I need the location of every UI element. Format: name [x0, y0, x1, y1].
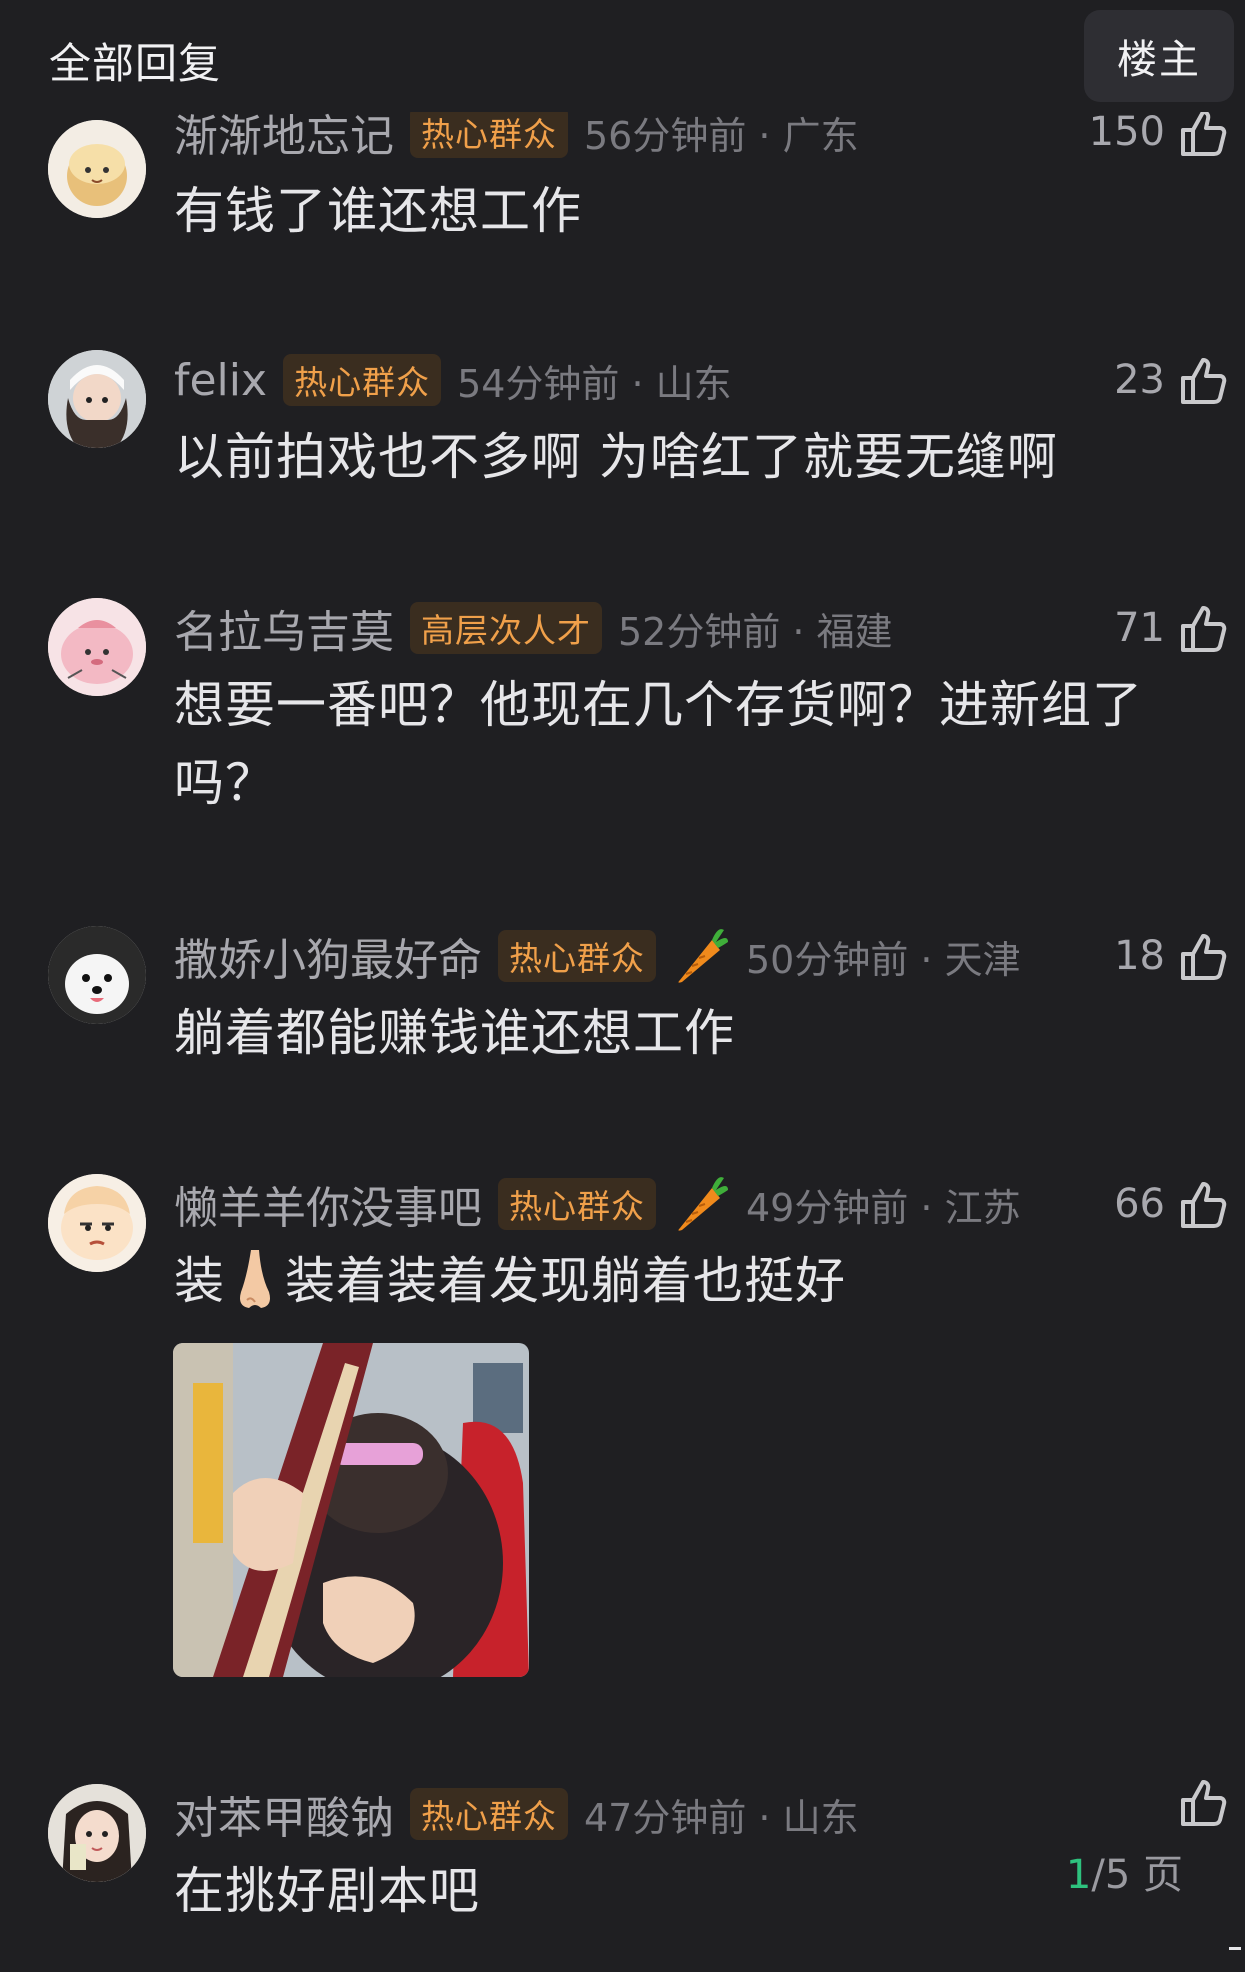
like-button[interactable]	[1175, 1772, 1231, 1832]
carrot-icon	[678, 929, 728, 983]
avatar[interactable]	[48, 598, 146, 696]
like-button[interactable]: 18	[1114, 926, 1231, 986]
user-badge: 热心群众	[410, 106, 568, 158]
comment-content: 有钱了谁还想工作	[174, 182, 582, 240]
time-location: 54分钟前 · 山东	[457, 361, 732, 406]
time-location: 50分钟前 · 天津	[746, 937, 1021, 982]
like-button[interactable]: 71	[1114, 598, 1231, 658]
time-location: 47分钟前 · 山东	[584, 1795, 859, 1840]
thumbs-up-icon	[1181, 1182, 1227, 1228]
page-indicator[interactable]: 1/5 页	[1066, 1842, 1183, 1900]
like-count: 150	[1088, 109, 1165, 155]
user-badge: 热心群众	[498, 1178, 656, 1230]
like-count: 18	[1114, 933, 1165, 979]
username[interactable]: felix	[174, 355, 267, 406]
like-button[interactable]: 23	[1114, 350, 1231, 410]
username[interactable]: 懒羊羊你没事吧	[174, 1172, 482, 1236]
thumbs-up-icon	[1181, 1780, 1227, 1826]
avatar[interactable]	[48, 120, 146, 218]
op-filter-button[interactable]: 楼主	[1084, 10, 1234, 102]
page-total: /5 页	[1091, 1852, 1183, 1898]
carrot-icon	[678, 1177, 728, 1231]
time-location: 49分钟前 · 江苏	[746, 1185, 1021, 1230]
comment-thread-page: 渐渐地忘记 热心群众 56分钟前 · 广东 150 有钱了谁还想工作 felix…	[0, 0, 1245, 1972]
comment-text-post: 装着装着发现躺着也挺好	[285, 1252, 846, 1310]
comment-image[interactable]	[173, 1343, 529, 1677]
time-location: 52分钟前 · 福建	[618, 609, 893, 654]
page-title: 全部回复	[49, 39, 222, 88]
avatar[interactable]	[48, 1174, 146, 1272]
comment-content: 躺着都能赚钱谁还想工作	[174, 1004, 735, 1062]
username[interactable]: 名拉乌吉莫	[174, 596, 394, 660]
time-location: 56分钟前 · 广东	[584, 113, 859, 158]
user-badge: 热心群众	[283, 354, 442, 406]
thumbs-up-icon	[1181, 606, 1227, 652]
username[interactable]: 撒娇小狗最好命	[174, 924, 482, 988]
username[interactable]: 对苯甲酸钠	[174, 1782, 394, 1846]
thumbs-up-icon	[1181, 110, 1227, 156]
thumbs-up-icon	[1181, 934, 1227, 980]
like-count: 66	[1114, 1181, 1165, 1227]
page-current: 1	[1065, 1852, 1092, 1898]
comment-content: 以前拍戏也不多啊 为啥红了就要无缝啊	[174, 428, 1058, 486]
user-badge: 热心群众	[410, 1788, 568, 1840]
nose-emoji	[240, 1250, 270, 1308]
thumbs-up-icon	[1181, 358, 1227, 404]
comment-text-pre: 装	[174, 1252, 225, 1310]
user-badge: 高层次人才	[410, 602, 602, 654]
avatar[interactable]	[48, 350, 146, 448]
like-button[interactable]: 66	[1114, 1174, 1231, 1234]
comment-content: 在挑好剧本吧	[174, 1862, 480, 1920]
header-bar: 全部回复 楼主	[0, 0, 1245, 112]
avatar[interactable]	[48, 1784, 146, 1882]
user-badge: 热心群众	[498, 930, 656, 982]
comment-content: 装 装着装着发现躺着也挺好	[174, 1242, 1174, 1320]
corner-mark	[1229, 1947, 1241, 1950]
comment-content: 想要一番吧？他现在几个存货啊？进新组了吗？	[174, 676, 1143, 812]
avatar[interactable]	[48, 926, 146, 1024]
like-count: 71	[1114, 605, 1165, 651]
like-count: 23	[1114, 357, 1165, 403]
